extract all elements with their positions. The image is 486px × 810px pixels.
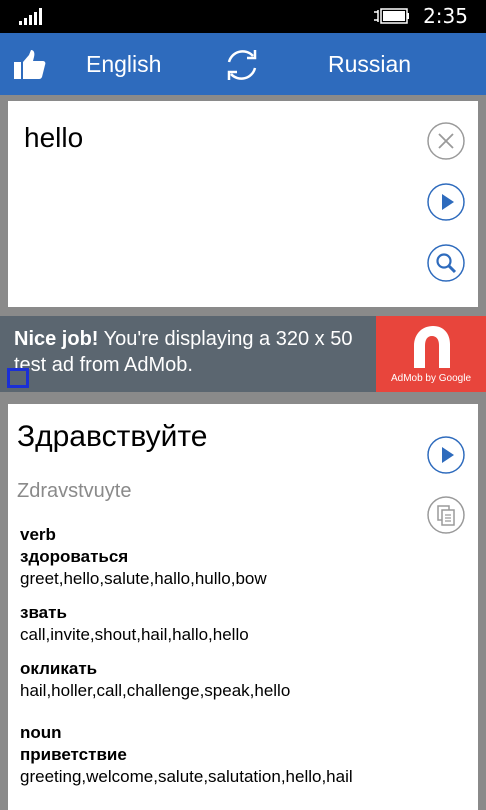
- dictionary-word: окликать: [20, 659, 98, 678]
- ad-banner[interactable]: Nice job! You're displaying a 320 x 50 t…: [0, 316, 486, 392]
- ad-text: Nice job! You're displaying a 320 x 50 t…: [14, 326, 364, 378]
- source-text-input[interactable]: [22, 121, 406, 155]
- dictionary-word: здороваться: [20, 547, 129, 566]
- input-panel: [8, 101, 478, 307]
- ad-brand-label: AdMob by Google: [390, 373, 472, 384]
- swap-languages-icon[interactable]: [222, 45, 262, 85]
- dictionary-word: звать: [20, 603, 67, 622]
- source-language-button[interactable]: English: [86, 51, 161, 78]
- synonyms: call,invite,shout,hail,hallo,hello: [20, 625, 249, 644]
- signal-strength-icon: [19, 8, 42, 25]
- translation-text: Здравствуйте: [17, 420, 208, 453]
- play-translation-icon[interactable]: [427, 436, 465, 474]
- synonyms: greeting,welcome,salute,salutation,hello…: [20, 767, 353, 786]
- synonyms: greet,hello,salute,hallo,hullo,bow: [20, 569, 267, 588]
- target-language-button[interactable]: Russian: [328, 51, 411, 78]
- part-of-speech: verb: [20, 525, 56, 544]
- clear-icon[interactable]: [427, 122, 465, 160]
- dictionary-entries: verb здороваться greet,hello,salute,hall…: [20, 524, 460, 800]
- play-source-icon[interactable]: [427, 183, 465, 221]
- synonyms: hail,holler,call,challenge,speak,hello: [20, 681, 291, 700]
- ad-headline: Nice job!: [14, 328, 99, 350]
- part-of-speech: noun: [20, 723, 62, 742]
- battery-charging-icon: [374, 8, 409, 24]
- search-icon[interactable]: [427, 244, 465, 282]
- transliteration-text: Zdravstvuyte: [17, 480, 132, 502]
- ad-info-icon[interactable]: [7, 368, 29, 388]
- status-clock: 2:35: [423, 4, 468, 28]
- dictionary-word: приветствие: [20, 745, 127, 764]
- status-bar: 2:35: [0, 0, 486, 33]
- thumbs-up-icon[interactable]: [13, 48, 47, 82]
- language-header: English Russian: [0, 33, 486, 95]
- admob-logo: AdMob by Google: [376, 316, 486, 392]
- admob-mark-icon: [414, 326, 450, 368]
- result-panel: Здравствуйте Zdravstvuyte verb здоровать…: [8, 404, 478, 810]
